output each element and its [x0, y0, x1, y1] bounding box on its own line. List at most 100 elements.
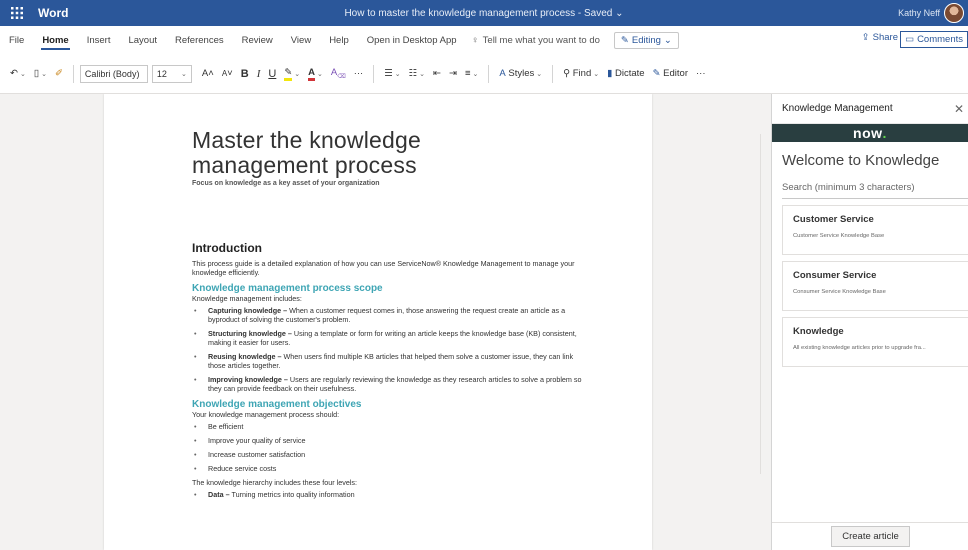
italic-button[interactable]: I: [253, 62, 265, 86]
list-item[interactable]: Improving knowledge – Users are regularl…: [192, 375, 592, 393]
app-name[interactable]: Word: [38, 6, 68, 20]
editor-button[interactable]: ✎ Editor: [649, 62, 692, 86]
open-desktop-app-button[interactable]: Open in Desktop App: [358, 26, 466, 54]
tab-references[interactable]: References: [166, 26, 233, 54]
list-item-text: Turning metrics into quality information: [229, 490, 355, 499]
editing-label: Editing: [631, 34, 661, 46]
divider: [552, 64, 554, 83]
styles-button[interactable]: A Styles ⌄: [495, 62, 546, 86]
scope-lead[interactable]: Knowledge management includes:: [192, 294, 592, 303]
list-item[interactable]: Improve your quality of service: [192, 436, 592, 445]
objectives-lead[interactable]: Your knowledge management process should…: [192, 410, 592, 419]
underline-icon: U: [268, 67, 277, 80]
styles-label: Styles: [508, 68, 535, 79]
bullets-button[interactable]: ☰ ⌄: [380, 62, 404, 86]
bold-icon: B: [240, 67, 249, 80]
document-canvas[interactable]: Master the knowledge management process …: [0, 94, 770, 550]
list-item[interactable]: Increase customer satisfaction: [192, 450, 592, 459]
list-item-term: Capturing knowledge –: [208, 306, 288, 315]
app-launcher-icon[interactable]: [0, 0, 34, 26]
highlight-button[interactable]: ✎ ⌄: [280, 62, 304, 86]
undo-button[interactable]: ↶ ⌄: [6, 62, 30, 86]
user-name[interactable]: Kathy Neff: [898, 8, 940, 18]
tell-me-box[interactable]: ♀ Tell me what you want to do: [472, 35, 600, 46]
list-item-term: Improving knowledge –: [208, 375, 288, 384]
microphone-icon: ▮: [607, 68, 613, 79]
indent-icon: ⇥: [449, 68, 457, 79]
clear-formatting-button[interactable]: A⌫: [327, 62, 350, 86]
knowledge-base-card[interactable]: Knowledge All existing knowledge article…: [782, 317, 968, 367]
more-font-options-button[interactable]: ···: [350, 62, 368, 86]
objectives-heading[interactable]: Knowledge management objectives: [192, 400, 592, 410]
list-item[interactable]: Be efficient: [192, 422, 592, 431]
more-options-button[interactable]: ···: [692, 62, 710, 86]
document-page[interactable]: Master the knowledge management process …: [104, 94, 652, 550]
paintbrush-icon: ✐: [54, 68, 63, 79]
increase-indent-button[interactable]: ⇥: [445, 62, 461, 86]
tab-file[interactable]: File: [0, 26, 33, 54]
tab-layout[interactable]: Layout: [119, 26, 166, 54]
font-color-icon: A: [308, 67, 316, 81]
knowledge-base-card[interactable]: Consumer Service Consumer Service Knowle…: [782, 261, 968, 311]
scope-list: Capturing knowledge – When a customer re…: [192, 306, 592, 393]
scope-heading[interactable]: Knowledge management process scope: [192, 284, 592, 294]
tab-insert[interactable]: Insert: [78, 26, 120, 54]
italic-icon: I: [256, 67, 261, 80]
create-article-button[interactable]: Create article: [831, 526, 910, 547]
list-item[interactable]: Reduce service costs: [192, 464, 592, 473]
knowledge-base-card[interactable]: Customer Service Customer Service Knowle…: [782, 205, 968, 255]
decrease-indent-button[interactable]: ⇤: [429, 62, 445, 86]
share-button[interactable]: ⇪ Share: [862, 32, 898, 43]
search-icon: ⚲: [563, 68, 571, 79]
chevron-down-icon[interactable]: ⌄: [615, 8, 623, 19]
intro-heading[interactable]: Introduction: [192, 242, 592, 254]
underline-button[interactable]: U: [264, 62, 280, 86]
share-label: Share: [872, 32, 898, 43]
list-item[interactable]: Structuring knowledge – Using a template…: [192, 329, 592, 347]
align-icon: ≡: [464, 68, 471, 79]
tab-review[interactable]: Review: [233, 26, 282, 54]
list-item[interactable]: Capturing knowledge – When a customer re…: [192, 306, 592, 324]
clipboard-button[interactable]: ▯ ⌄: [30, 62, 51, 86]
tell-me-label: Tell me what you want to do: [482, 34, 600, 46]
dictate-button[interactable]: ▮ Dictate: [603, 62, 648, 86]
find-button[interactable]: ⚲ Find ⌄: [559, 62, 603, 86]
editor-label: Editor: [663, 68, 688, 79]
font-size-select[interactable]: 12 ⌄: [151, 64, 192, 83]
close-icon[interactable]: ✕: [954, 102, 964, 116]
hierarchy-list: Data – Turning metrics into quality info…: [192, 490, 592, 499]
vertical-scrollbar[interactable]: [760, 134, 768, 474]
list-item[interactable]: Data – Turning metrics into quality info…: [192, 490, 592, 499]
hierarchy-lead[interactable]: The knowledge hierarchy includes these f…: [192, 478, 592, 487]
comments-label: Comments: [917, 34, 963, 45]
document-title[interactable]: How to master the knowledge management p…: [344, 8, 612, 19]
format-painter-button[interactable]: ✐: [51, 62, 67, 86]
document-subtitle[interactable]: Focus on knowledge as a key asset of you…: [192, 180, 380, 187]
editing-mode-button[interactable]: ✎ Editing ⌄: [613, 31, 679, 49]
list-item[interactable]: Reusing knowledge – When users find mult…: [192, 352, 592, 370]
document-heading[interactable]: Master the knowledge management process: [192, 128, 492, 178]
grow-font-button[interactable]: A ˄: [198, 62, 218, 86]
intro-paragraph[interactable]: This process guide is a detailed explana…: [192, 259, 592, 277]
tab-help[interactable]: Help: [320, 26, 358, 54]
shrink-font-button[interactable]: A ˅: [218, 62, 237, 86]
comments-button[interactable]: ▭ Comments: [900, 31, 968, 48]
avatar[interactable]: [944, 3, 964, 23]
title-bar: Word How to master the knowledge managem…: [0, 0, 968, 26]
align-button[interactable]: ≡ ⌄: [461, 62, 482, 86]
outdent-icon: ⇤: [433, 68, 442, 79]
divider: [488, 64, 490, 83]
font-color-button[interactable]: A ⌄: [304, 62, 327, 86]
font-size-value: 12: [156, 68, 167, 79]
numbering-button[interactable]: ☷ ⌄: [405, 62, 429, 86]
objectives-list: Be efficient Improve your quality of ser…: [192, 422, 592, 473]
search-input[interactable]: Search (minimum 3 characters): [782, 177, 968, 199]
font-name-select[interactable]: Calibri (Body): [79, 64, 148, 83]
bold-button[interactable]: B: [237, 62, 253, 86]
tab-home[interactable]: Home: [33, 26, 77, 54]
servicenow-logo: now.: [772, 124, 968, 142]
document-body[interactable]: Introduction This process guide is a det…: [192, 242, 592, 504]
chevron-down-icon: ⌄: [181, 70, 187, 78]
tab-view[interactable]: View: [282, 26, 320, 54]
pane-header: Knowledge Management: [772, 94, 968, 124]
